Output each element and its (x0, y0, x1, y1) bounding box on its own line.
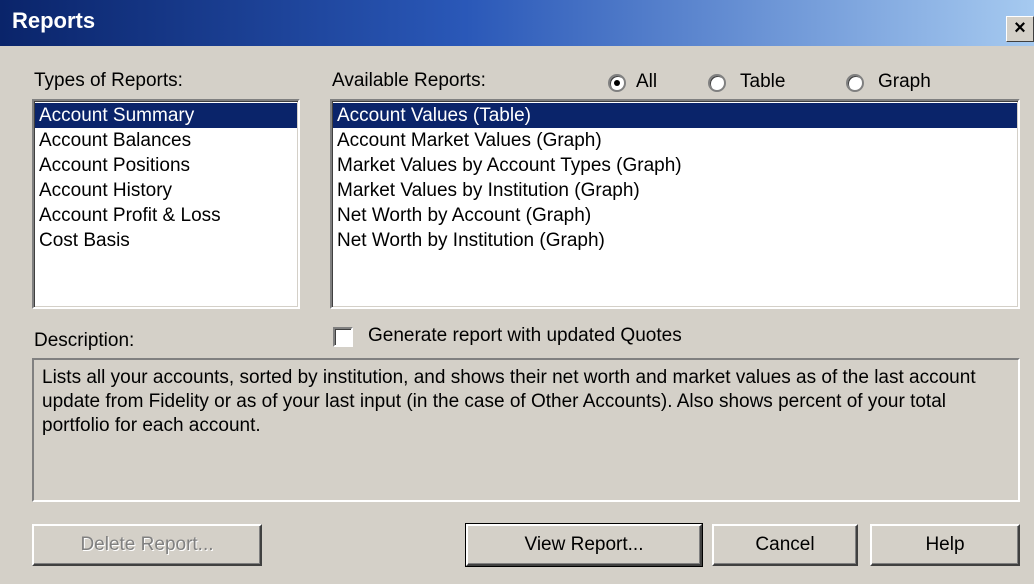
description-label: Description: (34, 330, 135, 351)
updated-quotes-checkbox[interactable] (333, 327, 353, 347)
list-item-account-positions[interactable]: Account Positions (35, 153, 297, 178)
radio-all-label[interactable]: All (636, 71, 657, 93)
radio-graph[interactable] (846, 74, 864, 92)
list-item-account-values-table[interactable]: Account Values (Table) (333, 103, 1017, 128)
list-item-net-worth-institution-graph[interactable]: Net Worth by Institution (Graph) (333, 228, 1017, 253)
view-report-button[interactable]: View Report... (465, 523, 703, 567)
list-item-market-values-institution-graph[interactable]: Market Values by Institution (Graph) (333, 178, 1017, 203)
list-item-account-summary[interactable]: Account Summary (35, 103, 297, 128)
list-item-market-values-account-types-graph[interactable]: Market Values by Account Types (Graph) (333, 153, 1017, 178)
radio-table[interactable] (708, 74, 726, 92)
title-bar: Reports × (0, 0, 1034, 46)
radio-table-label[interactable]: Table (740, 71, 785, 93)
available-reports-list[interactable]: Account Values (Table) Account Market Va… (330, 99, 1020, 309)
available-reports-label: Available Reports: (332, 70, 486, 91)
help-button[interactable]: Help (870, 524, 1020, 566)
radio-all[interactable] (608, 74, 626, 92)
list-item-account-history[interactable]: Account History (35, 178, 297, 203)
close-icon[interactable]: × (1006, 16, 1034, 42)
list-item-account-profit-loss[interactable]: Account Profit & Loss (35, 203, 297, 228)
cancel-button[interactable]: Cancel (712, 524, 858, 566)
radio-dot-icon (614, 80, 620, 86)
description-text: Lists all your accounts, sorted by insti… (42, 367, 976, 436)
list-item-account-market-values-graph[interactable]: Account Market Values (Graph) (333, 128, 1017, 153)
types-of-reports-list[interactable]: Account Summary Account Balances Account… (32, 99, 300, 309)
description-box: Lists all your accounts, sorted by insti… (32, 358, 1020, 502)
list-item-cost-basis[interactable]: Cost Basis (35, 228, 297, 253)
types-of-reports-label: Types of Reports: (34, 70, 183, 91)
updated-quotes-label[interactable]: Generate report with updated Quotes (368, 325, 682, 347)
delete-report-button[interactable]: Delete Report... (32, 524, 262, 566)
list-item-net-worth-account-graph[interactable]: Net Worth by Account (Graph) (333, 203, 1017, 228)
list-item-account-balances[interactable]: Account Balances (35, 128, 297, 153)
radio-graph-label[interactable]: Graph (878, 71, 931, 93)
window-title: Reports (12, 8, 96, 33)
